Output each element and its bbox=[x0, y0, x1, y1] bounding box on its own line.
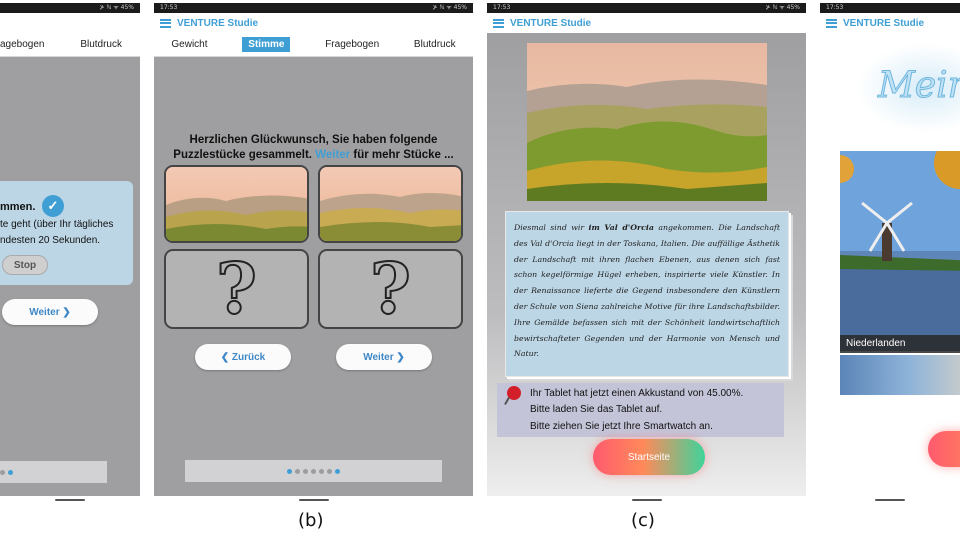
caption-c: (c) bbox=[631, 510, 655, 531]
status-bar: 17:53 ⊁ ℕ ᯤ 45% bbox=[487, 3, 806, 13]
info-line-2: ndesten 20 Sekunden. bbox=[0, 235, 101, 246]
system-nav-bar bbox=[487, 496, 806, 503]
menu-icon[interactable] bbox=[826, 18, 837, 28]
windmill-photo bbox=[840, 151, 960, 351]
progress-dot bbox=[319, 468, 324, 474]
question-mark-icon: ? bbox=[215, 247, 258, 330]
system-nav-bar bbox=[0, 496, 140, 503]
tab-gewicht[interactable]: Gewicht bbox=[171, 39, 207, 50]
progress-dot bbox=[0, 469, 5, 475]
system-nav-bar bbox=[820, 496, 960, 503]
pin-needle bbox=[504, 397, 510, 405]
status-bar: 17:53 bbox=[820, 3, 960, 13]
app-bar: VENTURE Studie bbox=[154, 13, 473, 33]
question-mark-icon: ? bbox=[369, 247, 412, 330]
info-line-1: te geht (über Ihr tägliches bbox=[0, 219, 114, 230]
info-card: mmen. ✓ te geht (über Ihr tägliches ndes… bbox=[0, 181, 133, 285]
locked-puzzle-piece: ? bbox=[164, 249, 309, 329]
progress-dot bbox=[335, 468, 340, 474]
tab-fragebogen[interactable]: agebogen bbox=[0, 39, 45, 50]
app-bar: VENTURE Studie bbox=[487, 13, 806, 33]
charge-message: Bitte laden Sie das Tablet auf. bbox=[530, 404, 663, 415]
congrats-message: Herzlichen Glückwunsch, Sie haben folgen… bbox=[173, 134, 454, 161]
home-button[interactable]: Startseite bbox=[593, 439, 705, 475]
thumbnail-strip bbox=[840, 355, 960, 395]
story-text: Diesmal sind wir im Val d'Orcia angekomm… bbox=[514, 223, 780, 359]
progress-dots bbox=[185, 460, 442, 482]
stop-button[interactable]: Stop bbox=[2, 255, 48, 275]
tab-fragebogen[interactable]: Fragebogen bbox=[325, 39, 379, 50]
figure: ⊁ ℕ ᯤ 45% agebogen Blutdruck mmen. ✓ te … bbox=[0, 0, 960, 540]
menu-icon[interactable] bbox=[493, 18, 504, 28]
status-bar: ⊁ ℕ ᯤ 45% bbox=[0, 3, 140, 13]
next-button[interactable]: Weiter ❯ bbox=[2, 299, 98, 325]
menu-icon[interactable] bbox=[160, 18, 171, 28]
back-button[interactable]: ❮ Zurück bbox=[195, 344, 291, 370]
next-button[interactable]: Weiter ❯ bbox=[336, 344, 432, 370]
watch-message: Bitte ziehen Sie jetzt Ihre Smartwatch a… bbox=[530, 421, 713, 432]
photo-caption-bar: Niederlanden bbox=[840, 335, 960, 353]
puzzle-piece-image bbox=[164, 165, 309, 243]
progress-dot bbox=[287, 468, 292, 474]
panel-c-screen: 17:53 ⊁ ℕ ᯤ 45% VENTURE Studie Diesmal si… bbox=[487, 3, 806, 503]
landscape-photo bbox=[527, 43, 767, 201]
home-button[interactable] bbox=[928, 431, 960, 467]
story-card: Diesmal sind wir im Val d'Orcia angekomm… bbox=[505, 211, 789, 377]
tab-bar: Gewicht Stimme Fragebogen Blutdruck bbox=[154, 33, 473, 57]
caption-b: (b) bbox=[298, 510, 324, 531]
panel-a-screen: ⊁ ℕ ᯤ 45% agebogen Blutdruck mmen. ✓ te … bbox=[0, 3, 140, 503]
weiter-link[interactable]: Weiter bbox=[315, 149, 350, 161]
app-title: VENTURE Studie bbox=[177, 17, 259, 29]
tab-bar: agebogen Blutdruck bbox=[0, 33, 140, 57]
tab-stimme[interactable]: Stimme bbox=[242, 37, 291, 52]
progress-dot bbox=[8, 469, 13, 475]
app-bar: VENTURE Studie bbox=[820, 13, 960, 33]
info-title: mmen. bbox=[0, 201, 36, 213]
panel-d-screen: 17:53 VENTURE Studie Mein Niederlanden bbox=[820, 3, 960, 503]
tab-blutdruck[interactable]: Blutdruck bbox=[414, 39, 456, 50]
tab-blutdruck[interactable]: Blutdruck bbox=[80, 39, 122, 50]
status-bar: 17:53 ⊁ ℕ ᯤ 45% bbox=[154, 3, 473, 13]
battery-message: Ihr Tablet hat jetzt einen Akkustand von… bbox=[530, 388, 744, 399]
panel-b-screen: 17:53 ⊁ ℕ ᯤ 45% VENTURE Studie Gewicht St… bbox=[154, 3, 473, 503]
app-title: VENTURE Studie bbox=[510, 17, 592, 29]
progress-dot bbox=[311, 468, 316, 474]
check-icon: ✓ bbox=[42, 195, 64, 217]
system-nav-bar bbox=[154, 496, 473, 503]
logo-text: Mein bbox=[878, 65, 960, 107]
puzzle-piece-image bbox=[318, 165, 463, 243]
progress-dots bbox=[0, 461, 107, 483]
progress-dot bbox=[327, 468, 332, 474]
progress-dot bbox=[303, 468, 308, 474]
reminder-box: Ihr Tablet hat jetzt einen Akkustand von… bbox=[497, 383, 784, 437]
app-title: VENTURE Studie bbox=[843, 17, 925, 29]
locked-puzzle-piece: ? bbox=[318, 249, 463, 329]
progress-dot bbox=[295, 468, 300, 474]
